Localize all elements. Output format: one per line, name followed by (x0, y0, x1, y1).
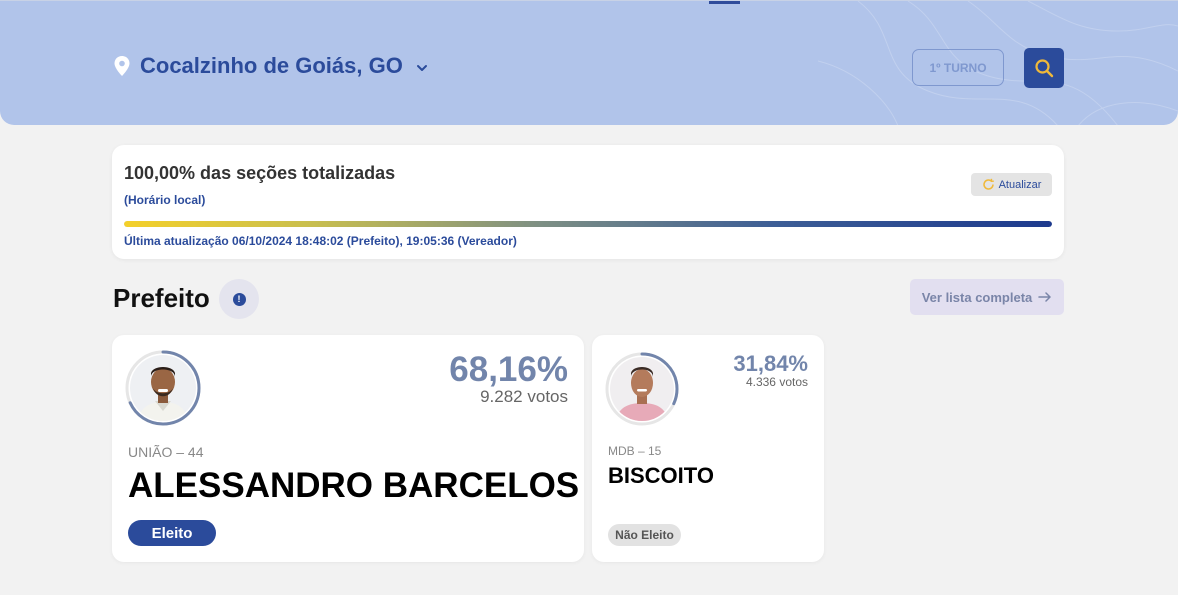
not-elected-badge: Não Eleito (608, 524, 681, 546)
candidate-name: BISCOITO (608, 463, 714, 488)
arrow-right-icon (1038, 292, 1052, 302)
full-list-button[interactable]: Ver lista completa (910, 279, 1064, 315)
totalization-status-card: 100,00% das seções totalizadas (Horário … (112, 145, 1064, 259)
candidate-photo (610, 357, 674, 421)
location-selector[interactable]: Cocalzinho de Goiás, GO (113, 53, 429, 79)
chevron-down-icon (416, 64, 427, 71)
candidate-percentage: 31,84% (733, 351, 808, 376)
progress-fill (124, 221, 1052, 227)
section-title: Prefeito (113, 283, 210, 313)
refresh-button[interactable]: Atualizar (971, 173, 1052, 196)
candidate-card[interactable]: 31,84% 4.336 votos MDB – 15 BISCOITO Não… (592, 335, 824, 562)
search-icon (1035, 59, 1054, 78)
elected-badge: Eleito (128, 520, 216, 546)
last-update-text: Última atualização 06/10/2024 18:48:02 (… (124, 234, 517, 248)
person-avatar-icon (130, 355, 196, 421)
candidate-photo-wrapper (604, 351, 680, 427)
refresh-icon (982, 178, 994, 190)
info-button[interactable]: ! (219, 279, 259, 319)
totalization-title: 100,00% das seções totalizadas (124, 163, 396, 183)
candidate-card[interactable]: 68,16% 9.282 votos UNIÃO – 44 ALESSANDRO… (112, 335, 584, 562)
active-tab-indicator (709, 1, 740, 4)
totalization-progress-bar (124, 221, 1052, 227)
candidate-party: UNIÃO – 44 (128, 444, 204, 460)
candidate-votes: 9.282 votos (480, 387, 568, 406)
refresh-label: Atualizar (998, 178, 1042, 191)
round-toggle-button[interactable]: 1º TURNO (912, 49, 1004, 86)
candidate-percentage: 68,16% (449, 350, 568, 389)
candidate-photo-wrapper (124, 349, 202, 427)
full-list-label: Ver lista completa (921, 289, 1033, 305)
candidate-name: ALESSANDRO BARCELOS (128, 466, 580, 505)
local-time-label: (Horário local) (124, 193, 206, 207)
candidate-party: MDB – 15 (608, 444, 662, 458)
candidate-photo (130, 355, 196, 421)
person-avatar-icon (610, 357, 674, 421)
map-pin-icon (114, 56, 130, 76)
candidate-votes: 4.336 votos (745, 375, 808, 389)
search-button[interactable] (1024, 48, 1064, 88)
location-header: Cocalzinho de Goiás, GO 1º TURNO (0, 0, 1178, 125)
info-icon: ! (232, 292, 246, 306)
location-name: Cocalzinho de Goiás, GO (140, 53, 403, 78)
